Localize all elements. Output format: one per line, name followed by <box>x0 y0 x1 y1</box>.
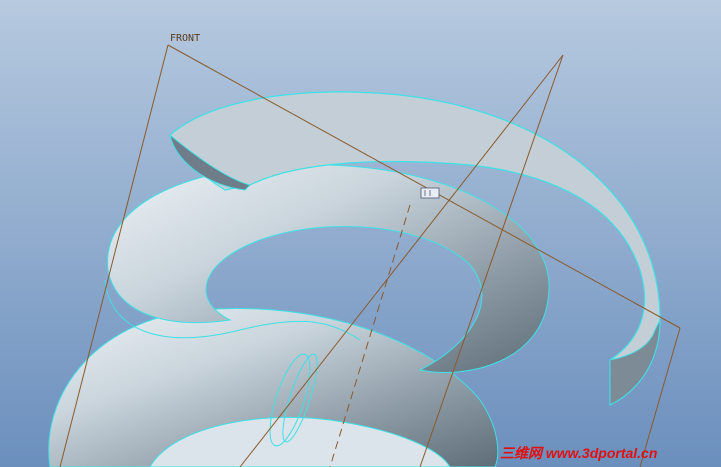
graphics-viewport[interactable]: FRONT 三维网 www.3dportal.cn <box>0 0 721 467</box>
datum-plane-label: FRONT <box>170 33 200 44</box>
watermark: 三维网 www.3dportal.cn <box>500 445 657 461</box>
model-scene[interactable]: FRONT 三维网 www.3dportal.cn <box>0 0 721 467</box>
csys-marker-icon[interactable] <box>420 187 440 199</box>
watermark-text: 三维网 www.3dportal.cn <box>500 445 657 461</box>
